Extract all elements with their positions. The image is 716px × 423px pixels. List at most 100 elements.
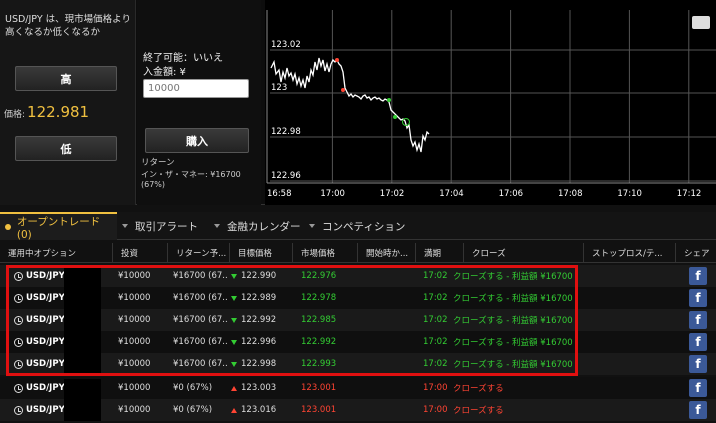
low-button[interactable]: 低	[15, 136, 117, 161]
facebook-share-icon[interactable]: f	[689, 311, 707, 329]
symbol-cell: USD/JPY	[14, 331, 65, 353]
chart-menu-icon[interactable]	[692, 16, 710, 29]
invest-cell: ¥10000	[118, 405, 151, 415]
target-cell: 122.989	[231, 287, 276, 309]
trade-question: USD/JPY は、現市場価格より高くなるか低くなるか	[5, 14, 131, 38]
return-cell: ¥0 (67%)	[173, 405, 213, 415]
amount-input[interactable]	[143, 79, 249, 98]
entry-marker-win	[393, 115, 397, 119]
symbol-cell: USD/JPY	[14, 309, 65, 331]
facebook-share-icon[interactable]: f	[689, 401, 707, 419]
redacted-block	[64, 399, 101, 421]
facebook-share-icon[interactable]: f	[689, 355, 707, 373]
table-row[interactable]: USD/JPY ¥10000 ¥16700 (67... 122.996 122.992…	[0, 331, 716, 353]
column-header[interactable]: 投資	[113, 243, 168, 263]
x-tick-label: 17:12	[677, 189, 702, 199]
facebook-share-icon[interactable]: f	[689, 267, 707, 285]
column-header[interactable]: 運用中オプション	[0, 243, 113, 263]
tab-competition[interactable]: コンペティション	[309, 212, 414, 240]
close-trade-link[interactable]: クローズする	[453, 377, 504, 399]
market-cell: 122.993	[301, 359, 337, 369]
price-chart[interactable]: 123.02 123 122.98 122.96 16:58 17:00 17:02 17:0…	[265, 0, 716, 205]
tab-label: 金融カレンダー	[227, 220, 301, 233]
down-arrow-icon	[231, 317, 237, 323]
y-tick-label: 123.02	[271, 40, 301, 50]
expiry-cell: 17:00	[423, 405, 448, 415]
target-cell: 123.016	[231, 399, 276, 421]
x-tick-label: 17:10	[617, 189, 642, 199]
symbol: USD/JPY	[26, 337, 65, 347]
facebook-share-icon[interactable]: f	[689, 333, 707, 351]
facebook-share-icon[interactable]: f	[689, 289, 707, 307]
y-tick-label: 123	[271, 83, 287, 93]
market-cell: 122.978	[301, 293, 337, 303]
table-row[interactable]: USD/JPY ¥10000 ¥0 (67%) 123.016 123.001 17:00…	[0, 399, 716, 421]
return-cell: ¥16700 (67...	[173, 271, 228, 281]
down-arrow-icon	[231, 361, 237, 367]
invest-cell: ¥10000	[118, 315, 151, 325]
column-header[interactable]: 市場価格	[293, 243, 358, 263]
x-tick-label: 17:04	[439, 189, 464, 199]
return-label: リターン	[141, 158, 175, 168]
symbol-cell: USD/JPY	[14, 265, 65, 287]
tab-open-trades[interactable]: オープントレード (0)	[0, 212, 117, 241]
target-cell: 122.992	[231, 309, 276, 331]
market-cell: 123.001	[301, 383, 337, 393]
target-price: 122.989	[241, 293, 277, 303]
table-row[interactable]: USD/JPY ¥10000 ¥16700 (67... 122.989 122.978…	[0, 287, 716, 309]
column-header[interactable]: 目標価格	[230, 243, 293, 263]
close-trade-link[interactable]: クローズする - 利益額 ¥16700	[453, 331, 573, 353]
buy-button[interactable]: 購入	[145, 128, 249, 153]
invest-cell: ¥10000	[118, 293, 151, 303]
direction-panel: USD/JPY は、現市場価格より高くなるか低くなるか 高 価格: 122.981…	[0, 0, 136, 205]
clock-icon	[14, 359, 23, 369]
invest-cell: ¥10000	[118, 383, 151, 393]
entry-marker-loss	[341, 88, 345, 92]
target-price: 123.003	[241, 383, 277, 393]
close-trade-link[interactable]: クローズする - 利益額 ¥16700	[453, 309, 573, 331]
entry-marker-loss	[335, 58, 339, 62]
close-trade-link[interactable]: クローズする - 利益額 ¥16700	[453, 287, 573, 309]
close-trade-link[interactable]: クローズする	[453, 399, 504, 421]
target-price: 122.998	[241, 359, 277, 369]
x-tick-label: 17:08	[558, 189, 583, 199]
table-row[interactable]: USD/JPY ¥10000 ¥0 (67%) 123.003 123.001 17:00…	[0, 377, 716, 401]
table-row[interactable]: USD/JPY ¥10000 ¥16700 (67... 122.992 122.985…	[0, 309, 716, 331]
clock-icon	[14, 383, 23, 393]
clock-icon	[14, 293, 23, 303]
column-header[interactable]: クローズ	[464, 243, 584, 263]
tab-label: オープントレード (0)	[16, 215, 101, 241]
column-header[interactable]: 開始時か...	[358, 243, 416, 263]
high-button[interactable]: 高	[15, 66, 117, 91]
symbol: USD/JPY	[26, 315, 65, 325]
table-row[interactable]: USD/JPY ¥10000 ¥16700 (67... 122.998 122.993…	[0, 353, 716, 375]
table-row[interactable]: USD/JPY ¥10000 ¥16700 (67... 122.990 122.976…	[0, 265, 716, 287]
column-header[interactable]: シェア	[676, 243, 716, 263]
in-the-money-label: イン・ザ・マネー: ¥16700 (67%)	[141, 170, 241, 189]
clock-icon	[14, 271, 23, 281]
market-cell: 122.992	[301, 337, 337, 347]
close-trade-link[interactable]: クローズする - 利益額 ¥16700	[453, 353, 573, 375]
symbol: USD/JPY	[26, 383, 65, 393]
target-price: 122.990	[241, 271, 277, 281]
x-tick-label: 17:06	[499, 189, 523, 199]
target-price: 122.996	[241, 337, 277, 347]
entry-marker-win	[387, 98, 391, 102]
column-header[interactable]: 満期	[416, 243, 464, 263]
target-cell: 122.996	[231, 331, 276, 353]
column-header[interactable]: ストップロス/テ...	[584, 243, 676, 263]
caret-icon	[122, 224, 128, 228]
expiry-cell: 17:02	[423, 271, 448, 281]
tab-trade-alerts[interactable]: 取引アラート	[122, 212, 219, 240]
symbol-cell: USD/JPY	[14, 377, 65, 399]
column-header[interactable]: リターン予...	[168, 243, 230, 263]
facebook-share-icon[interactable]: f	[689, 379, 707, 397]
trade-panel: USD/JPY は、現市場価格より高くなるか低くなるか 高 価格: 122.981…	[0, 0, 716, 205]
tab-economic-calendar[interactable]: 金融カレンダー	[214, 212, 314, 240]
symbol: USD/JPY	[26, 359, 65, 369]
down-arrow-icon	[231, 273, 237, 279]
close-trade-link[interactable]: クローズする - 利益額 ¥16700	[453, 265, 573, 287]
price-line	[270, 57, 430, 153]
return-cell: ¥16700 (67...	[173, 337, 228, 347]
symbol-cell: USD/JPY	[14, 353, 65, 375]
